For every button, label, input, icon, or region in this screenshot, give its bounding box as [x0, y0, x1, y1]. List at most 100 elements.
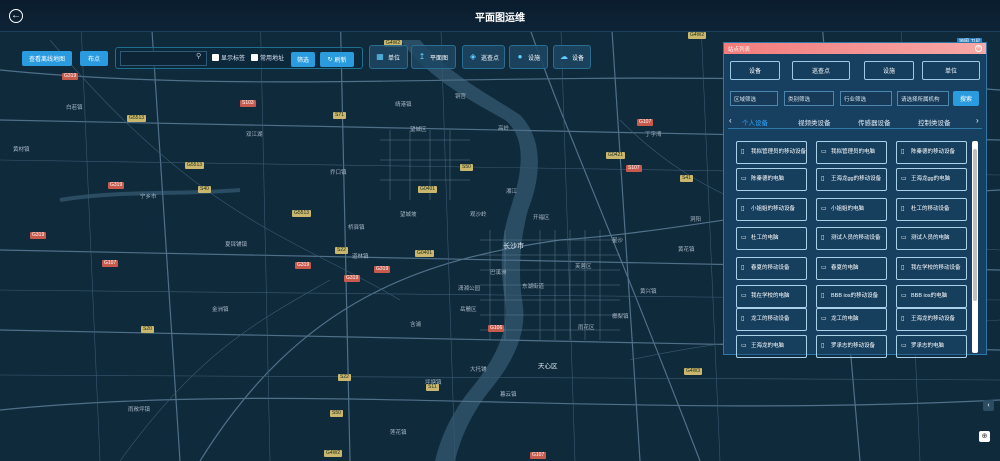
- tool-device-button[interactable]: ☁ 设备: [553, 45, 591, 69]
- phone-icon: ▯: [741, 265, 745, 271]
- tab-video-devices[interactable]: 视频类设备: [798, 117, 831, 127]
- device-label: 王海龙gg的电脑: [911, 176, 951, 182]
- monitor-icon: ▭: [821, 206, 827, 212]
- device-label: 杜工的移动设备: [911, 206, 950, 212]
- phone-icon: ▯: [901, 265, 905, 271]
- refresh-button[interactable]: ↻ 刷新: [320, 52, 354, 67]
- device-tabs: ‹ 个人设备 视频类设备 传感器设备 控制类设备 ›: [724, 115, 986, 129]
- map-label: 铜官: [455, 94, 467, 100]
- region-filter-select[interactable]: 区域筛选: [730, 91, 778, 106]
- tool-label: 设备: [572, 55, 585, 62]
- panel-scrollbar[interactable]: [972, 141, 978, 353]
- monitor-icon: ▭: [821, 149, 827, 155]
- scroll-thumb[interactable]: [973, 149, 977, 301]
- tab-sensor-devices[interactable]: 传感器设备: [858, 117, 891, 127]
- road-shield: S103: [240, 100, 256, 107]
- category-inspect-button[interactable]: 巡查点: [792, 61, 850, 80]
- tool-unit-button[interactable]: ▦ 单位: [369, 45, 408, 69]
- device-label: 春夏的移动设备: [751, 265, 790, 271]
- search-icon[interactable]: ⚲: [196, 53, 204, 61]
- device-card[interactable]: ▭ 罗承志的电脑: [896, 335, 967, 358]
- device-card[interactable]: ▭ 杜工的电脑: [736, 227, 807, 250]
- device-card[interactable]: ▯ 杜工的移动设备: [896, 198, 967, 221]
- device-card[interactable]: ▯ 陈秦德的移动设备: [896, 141, 967, 164]
- org-filter-select[interactable]: 请选择所属机构: [897, 91, 949, 106]
- monitor-icon: ▭: [821, 316, 827, 322]
- tool-facility-button[interactable]: ● 设施: [509, 45, 548, 69]
- device-label: 测试人员的电脑: [911, 235, 950, 241]
- device-card[interactable]: ▭ 小姐姐的电脑: [816, 198, 887, 221]
- show-label-checkbox[interactable]: [212, 54, 219, 61]
- category-device-button[interactable]: 设备: [730, 61, 780, 80]
- tab-control-devices[interactable]: 控制类设备: [918, 117, 951, 127]
- tool-label: 巡查点: [481, 55, 500, 62]
- close-icon[interactable]: ×: [975, 45, 982, 52]
- device-card[interactable]: ▭ 王海龙的电脑: [736, 335, 807, 358]
- device-card[interactable]: ▯ 我在学校的移动设备: [896, 257, 967, 280]
- map-label: 潇湘公园: [458, 286, 481, 292]
- device-card[interactable]: ▯ 龙工的移动设备: [736, 308, 807, 331]
- device-card[interactable]: ▯ BBB ios的移动设备: [816, 285, 887, 308]
- category-facility-button[interactable]: 设施: [864, 61, 914, 80]
- search-input[interactable]: [120, 51, 207, 66]
- road-shield: G107: [637, 119, 654, 126]
- device-card[interactable]: ▭ BBB ios的电脑: [896, 285, 967, 308]
- device-card[interactable]: ▭ 陈秦德的电脑: [736, 168, 807, 191]
- device-label: 我拟管理员的电脑: [831, 149, 876, 155]
- chevron-right-icon[interactable]: ›: [976, 116, 979, 125]
- device-card[interactable]: ▯ 王海龙的移动设备: [896, 308, 967, 331]
- device-card[interactable]: ▯ 小姐姐的移动设备: [736, 198, 807, 221]
- map-label: 榔梨镇: [612, 314, 629, 320]
- place-point-button[interactable]: 布点: [80, 51, 108, 66]
- road-shield: G106: [488, 325, 505, 332]
- map-label: 白若镇: [66, 105, 83, 111]
- map-label: 星沙: [612, 238, 624, 244]
- road-shield: G319: [295, 262, 312, 269]
- device-label: 测试人员的移动设备: [831, 235, 881, 241]
- device-card[interactable]: ▯ 春夏的移动设备: [736, 257, 807, 280]
- road-shield: G319: [344, 275, 361, 282]
- industry-filter-select[interactable]: 行业筛选: [840, 91, 892, 106]
- common-address-checkbox[interactable]: [251, 54, 258, 61]
- map-label: 观沙岭: [470, 212, 487, 218]
- road-shield: G107: [530, 452, 547, 459]
- device-icon: ☁: [560, 52, 568, 61]
- device-label: 我拟管理员的移动设备: [751, 149, 807, 155]
- device-card[interactable]: ▭ 测试人员的电脑: [896, 227, 967, 250]
- device-card[interactable]: ▭ 王海龙gg的电脑: [896, 168, 967, 191]
- filter-button[interactable]: 筛选: [291, 52, 315, 67]
- tool-floorplan-button[interactable]: ↥ 平面图: [411, 45, 456, 69]
- device-card[interactable]: ▭ 龙工的电脑: [816, 308, 887, 331]
- tool-inspect-point-button[interactable]: ◈ 巡查点: [462, 45, 505, 69]
- phone-icon: ▯: [901, 316, 905, 322]
- tool-label: 平面图: [430, 55, 449, 62]
- road-shield: S22: [338, 374, 351, 381]
- tool-label: 设施: [528, 55, 541, 62]
- device-label: 罗承志的电脑: [911, 343, 945, 349]
- phone-icon: ▯: [741, 316, 745, 322]
- chevron-left-icon[interactable]: ‹: [729, 116, 732, 125]
- device-card[interactable]: ▭ 我在学校的电脑: [736, 285, 807, 308]
- category-unit-button[interactable]: 单位: [922, 61, 980, 80]
- map-label: 天心区: [538, 363, 558, 370]
- road-shield: G0421: [606, 152, 626, 159]
- device-card[interactable]: ▯ 罗承志的移动设备: [816, 335, 887, 358]
- device-card[interactable]: ▯ 王海龙gg的移动设备: [816, 168, 887, 191]
- upload-icon: ↥: [418, 52, 426, 61]
- device-card[interactable]: ▯ 测试人员的移动设备: [816, 227, 887, 250]
- building-icon: ▦: [376, 52, 384, 61]
- tab-divider: [728, 128, 982, 129]
- panel-search-button[interactable]: 搜索: [953, 91, 979, 106]
- device-label: 王海龙的电脑: [751, 343, 785, 349]
- device-card[interactable]: ▭ 我拟管理员的电脑: [816, 141, 887, 164]
- locate-icon[interactable]: ⊕: [979, 431, 990, 442]
- device-card[interactable]: ▯ 我拟管理员的移动设备: [736, 141, 807, 164]
- device-label: 龙工的电脑: [831, 316, 859, 322]
- offline-map-button[interactable]: 查看离线地图: [22, 51, 72, 66]
- collapse-handle-icon[interactable]: ‹: [983, 400, 994, 411]
- type-filter-select[interactable]: 类别筛选: [784, 91, 834, 106]
- app-header: ← 平面图运维: [0, 0, 1000, 32]
- road-shield: G319: [62, 73, 79, 80]
- map-label: 乔口镇: [330, 170, 347, 176]
- device-card[interactable]: ▭ 春夏的电脑: [816, 257, 887, 280]
